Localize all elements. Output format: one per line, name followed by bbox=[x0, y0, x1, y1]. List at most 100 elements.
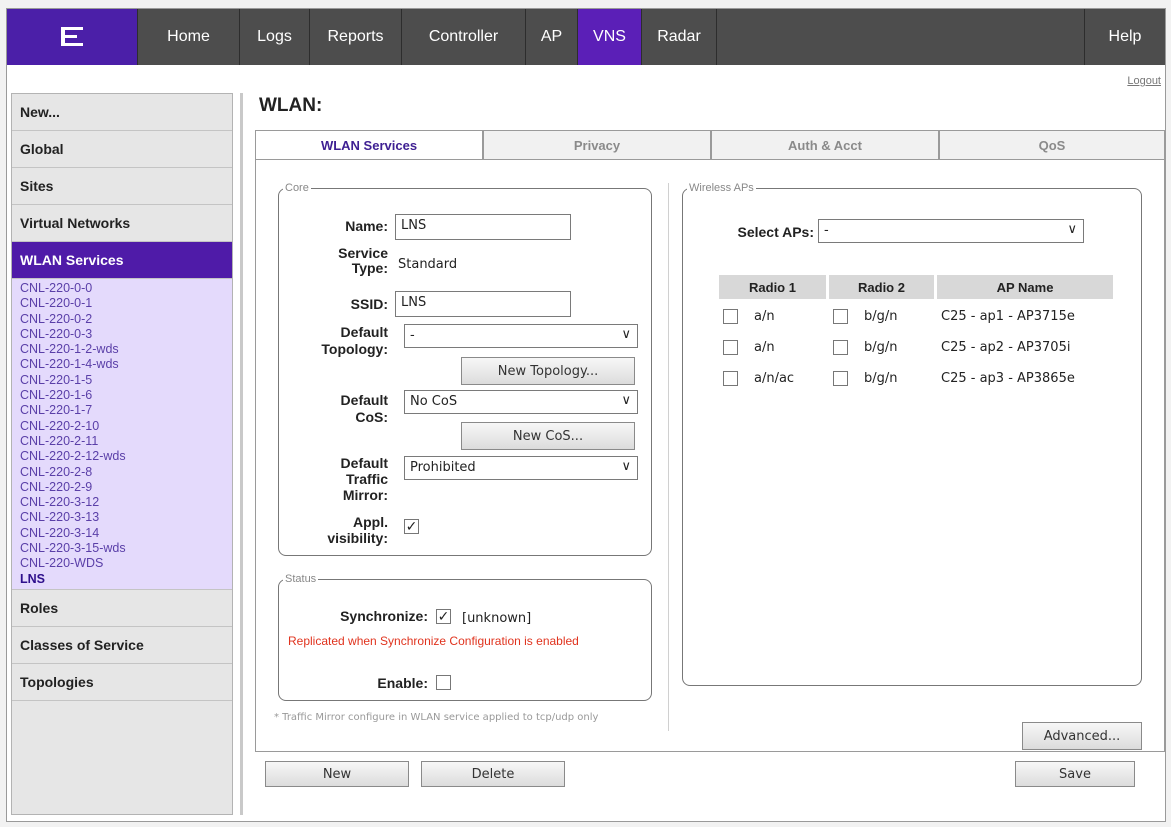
list-item[interactable]: CNL-220-2-10 bbox=[20, 419, 232, 434]
list-item[interactable]: CNL-220-1-6 bbox=[20, 388, 232, 403]
appl-visibility-checkbox[interactable]: ✓ bbox=[404, 519, 419, 534]
radio1-mode: a/n/ac bbox=[754, 370, 795, 386]
list-item[interactable]: CNL-220-1-2-wds bbox=[20, 342, 232, 357]
radio1-mode: a/n bbox=[754, 339, 775, 355]
select-aps-label: Select APs: bbox=[737, 224, 814, 240]
list-item[interactable]: CNL-220-1-4-wds bbox=[20, 357, 232, 372]
list-item[interactable]: CNL-220-2-9 bbox=[20, 480, 232, 495]
save-button[interactable]: Save bbox=[1015, 761, 1135, 787]
list-item[interactable]: CNL-220-2-12-wds bbox=[20, 449, 232, 464]
radio1-checkbox[interactable] bbox=[723, 308, 738, 324]
radio2-mode: b/g/n bbox=[864, 339, 898, 355]
nav-ap[interactable]: AP bbox=[526, 9, 578, 65]
wlan-service-list: CNL-220-0-0 CNL-220-0-1 CNL-220-0-2 CNL-… bbox=[12, 279, 232, 590]
list-item[interactable]: CNL-220-3-14 bbox=[20, 526, 232, 541]
app-window: Home Logs Reports Controller AP VNS Rada… bbox=[6, 8, 1166, 822]
table-row: a/n b/g/n C25 - ap2 - AP3705i bbox=[719, 333, 1113, 361]
tab-bar: WLAN Services Privacy Auth & Acct QoS bbox=[255, 130, 1165, 160]
radio2-checkbox[interactable] bbox=[833, 370, 848, 386]
list-item[interactable]: CNL-220-0-2 bbox=[20, 312, 232, 327]
ap-name: C25 - ap2 - AP3705i bbox=[937, 333, 1113, 361]
synchronize-checkbox[interactable]: ✓ bbox=[436, 609, 451, 624]
ssid-field[interactable]: LNS bbox=[395, 291, 571, 317]
replicated-note: Replicated when Synchronize Configuratio… bbox=[288, 634, 579, 648]
list-item[interactable]: CNL-220-3-15-wds bbox=[20, 541, 232, 556]
enable-label: Enable: bbox=[377, 675, 428, 691]
new-button[interactable]: New bbox=[265, 761, 409, 787]
list-item[interactable]: CNL-220-3-13 bbox=[20, 510, 232, 525]
delete-button[interactable]: Delete bbox=[421, 761, 565, 787]
ap-name: C25 - ap1 - AP3715e bbox=[937, 302, 1113, 330]
radio1-checkbox[interactable] bbox=[723, 370, 738, 386]
select-aps-dropdown[interactable]: - ∨ bbox=[818, 219, 1084, 243]
tab-privacy[interactable]: Privacy bbox=[483, 130, 711, 160]
topology-select[interactable]: - ∨ bbox=[404, 324, 638, 348]
appl-visibility-label: Appl. visibility: bbox=[327, 514, 388, 546]
enable-checkbox[interactable] bbox=[436, 675, 451, 690]
chevron-down-icon: ∨ bbox=[621, 459, 631, 474]
tab-auth-acct[interactable]: Auth & Acct bbox=[711, 130, 939, 160]
default-topology-label: Default Topology: bbox=[321, 324, 388, 357]
table-header-ap-name: AP Name bbox=[937, 275, 1113, 299]
nav-logs[interactable]: Logs bbox=[240, 9, 310, 65]
sidebar-item-topologies[interactable]: Topologies bbox=[12, 663, 232, 701]
list-item[interactable]: CNL-220-WDS bbox=[20, 556, 232, 571]
wireless-aps-group: Wireless APs bbox=[682, 182, 1142, 686]
sidebar-item-new[interactable]: New... bbox=[12, 94, 232, 131]
logout-link[interactable]: Logout bbox=[1127, 75, 1161, 87]
radio2-checkbox[interactable] bbox=[833, 308, 848, 324]
radio2-mode: b/g/n bbox=[864, 308, 898, 324]
status-legend: Status bbox=[285, 573, 317, 585]
advanced-button[interactable]: Advanced... bbox=[1022, 722, 1142, 750]
nav-reports[interactable]: Reports bbox=[310, 9, 402, 65]
sidebar-item-sites[interactable]: Sites bbox=[12, 168, 232, 205]
new-cos-button[interactable]: New CoS... bbox=[461, 422, 635, 450]
name-label: Name: bbox=[345, 218, 388, 234]
list-item[interactable]: CNL-220-3-12 bbox=[20, 495, 232, 510]
list-item[interactable]: CNL-220-1-7 bbox=[20, 403, 232, 418]
radio2-checkbox[interactable] bbox=[833, 339, 848, 355]
sync-state: [unknown] bbox=[462, 611, 532, 626]
nav-controller[interactable]: Controller bbox=[402, 9, 526, 65]
table-header-radio1: Radio 1 bbox=[719, 275, 826, 299]
list-item[interactable]: CNL-220-2-11 bbox=[20, 434, 232, 449]
sidebar-item-wlan-services[interactable]: WLAN Services bbox=[12, 242, 232, 279]
table-row: a/n/ac b/g/n C25 - ap3 - AP3865e bbox=[719, 364, 1113, 392]
new-topology-button[interactable]: New Topology... bbox=[461, 357, 635, 385]
traffic-mirror-select[interactable]: Prohibited ∨ bbox=[404, 456, 638, 480]
default-cos-label: Default CoS: bbox=[340, 392, 388, 425]
wireless-aps-legend: Wireless APs bbox=[689, 182, 754, 194]
tab-wlan-services[interactable]: WLAN Services bbox=[255, 130, 483, 160]
list-item[interactable]: CNL-220-0-3 bbox=[20, 327, 232, 342]
page-title: WLAN: bbox=[259, 95, 323, 116]
tab-qos[interactable]: QoS bbox=[939, 130, 1165, 160]
sidebar-divider bbox=[240, 93, 243, 815]
column-divider bbox=[668, 183, 669, 731]
service-type-label: Service Type: bbox=[338, 245, 388, 276]
ap-name: C25 - ap3 - AP3865e bbox=[937, 364, 1113, 392]
nav-vns[interactable]: VNS bbox=[578, 9, 642, 65]
nav-help[interactable]: Help bbox=[1085, 9, 1165, 65]
service-type-value: Standard bbox=[398, 257, 458, 272]
list-item[interactable]: CNL-220-0-1 bbox=[20, 296, 232, 311]
sidebar-item-classes-of-service[interactable]: Classes of Service bbox=[12, 626, 232, 664]
list-item[interactable]: CNL-220-0-0 bbox=[20, 281, 232, 296]
extreme-logo-icon bbox=[61, 27, 83, 47]
traffic-mirror-footnote: * Traffic Mirror configure in WLAN servi… bbox=[274, 712, 599, 723]
list-item[interactable]: CNL-220-2-8 bbox=[20, 465, 232, 480]
cos-select[interactable]: No CoS ∨ bbox=[404, 390, 638, 414]
ap-table: Radio 1 Radio 2 AP Name a/n b/g/n C25 - … bbox=[716, 272, 1116, 395]
list-item-current[interactable]: LNS bbox=[20, 572, 232, 587]
logo[interactable] bbox=[7, 9, 138, 65]
sidebar-item-roles[interactable]: Roles bbox=[12, 589, 232, 627]
sidebar-item-virtual-networks[interactable]: Virtual Networks bbox=[12, 205, 232, 242]
nav-home[interactable]: Home bbox=[138, 9, 240, 65]
sidebar-item-global[interactable]: Global bbox=[12, 131, 232, 168]
list-item[interactable]: CNL-220-1-5 bbox=[20, 373, 232, 388]
nav-radar[interactable]: Radar bbox=[642, 9, 717, 65]
table-header-radio2: Radio 2 bbox=[829, 275, 934, 299]
default-traffic-mirror-label: Default Traffic Mirror: bbox=[340, 455, 388, 503]
name-field[interactable]: LNS bbox=[395, 214, 571, 240]
radio1-checkbox[interactable] bbox=[723, 339, 738, 355]
chevron-down-icon: ∨ bbox=[621, 327, 631, 342]
